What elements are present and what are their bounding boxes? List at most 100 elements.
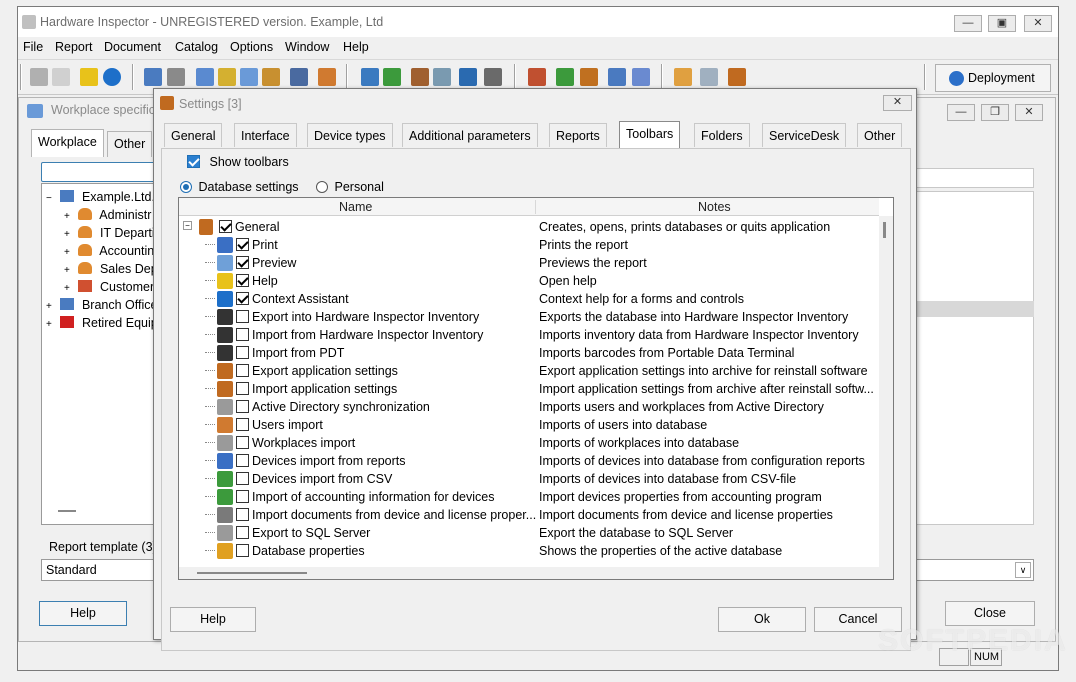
chart-icon[interactable]: [411, 68, 429, 86]
help-icon[interactable]: [80, 68, 98, 86]
show-toolbars-checkbox[interactable]: Show toolbars: [187, 155, 289, 169]
checkbox[interactable]: [236, 238, 249, 251]
checkbox[interactable]: [236, 454, 249, 467]
menu-window[interactable]: Window: [285, 40, 329, 54]
wp-close-button[interactable]: ✕: [1015, 104, 1043, 121]
col-notes-header[interactable]: Notes: [698, 200, 731, 214]
menu-report[interactable]: Report: [55, 40, 93, 54]
grid-horizontal-scrollbar[interactable]: [179, 567, 879, 579]
table-row[interactable]: Import from PDT Imports barcodes from Por…: [179, 344, 879, 362]
tree-expander[interactable]: +: [64, 283, 73, 294]
tree-expander[interactable]: +: [46, 301, 55, 312]
eye-icon[interactable]: [290, 68, 308, 86]
workplace-close-button[interactable]: Close: [945, 601, 1035, 626]
tab-other[interactable]: Other: [107, 131, 153, 157]
table-row[interactable]: Import from Hardware Inspector Inventory…: [179, 326, 879, 344]
radio-database-label[interactable]: Database settings: [198, 180, 298, 194]
table-row[interactable]: Export into Hardware Inspector Inventory…: [179, 308, 879, 326]
checkbox[interactable]: [236, 346, 249, 359]
db-open-icon[interactable]: [30, 68, 48, 86]
table-row[interactable]: Database properties Shows the properties …: [179, 542, 879, 560]
monitor-icon[interactable]: [608, 68, 626, 86]
tree-node[interactable]: + IT Departi: [64, 226, 155, 240]
tab-device-types[interactable]: Device types: [307, 123, 393, 147]
wp-minimize-button[interactable]: —: [947, 104, 975, 121]
report-icon[interactable]: [52, 68, 70, 86]
grid-vertical-scrollbar[interactable]: [879, 216, 893, 579]
table-row[interactable]: Devices import from reports Imports of de…: [179, 452, 879, 470]
settings-help-button[interactable]: Help: [170, 607, 256, 632]
documents-icon[interactable]: [218, 68, 236, 86]
ok-button[interactable]: Ok: [718, 607, 806, 632]
menu-document[interactable]: Document: [104, 40, 161, 54]
maximize-button[interactable]: ▣: [988, 15, 1016, 32]
radio-database-settings[interactable]: [180, 181, 192, 193]
checkbox[interactable]: [236, 526, 249, 539]
tree-node[interactable]: + Retired Equip: [46, 316, 158, 330]
checkbox[interactable]: [236, 328, 249, 341]
table-row[interactable]: Help Open help: [179, 272, 879, 290]
tree-expander[interactable]: +: [64, 247, 73, 258]
checkbox[interactable]: [236, 364, 249, 377]
tab-general[interactable]: General: [164, 123, 223, 147]
table-row[interactable]: Export application settings Export applic…: [179, 362, 879, 380]
tab-workplace[interactable]: Workplace: [31, 129, 104, 157]
tab-servicedesk[interactable]: ServiceDesk: [762, 123, 847, 147]
menu-help[interactable]: Help: [343, 40, 369, 54]
table-row[interactable]: Print Prints the report: [179, 236, 879, 254]
tree-expander[interactable]: +: [64, 211, 73, 222]
scrollbar-thumb[interactable]: [883, 222, 886, 238]
tree-hscroll-thumb[interactable]: [58, 510, 76, 512]
checkbox[interactable]: [236, 472, 249, 485]
window-icon[interactable]: [700, 68, 718, 86]
tree-node[interactable]: + Branch Office: [46, 298, 157, 312]
board-icon[interactable]: [383, 68, 401, 86]
table-row[interactable]: Active Directory synchronization Imports …: [179, 398, 879, 416]
computers-icon[interactable]: [361, 68, 379, 86]
settings-close-button[interactable]: ✕: [883, 95, 912, 111]
column-separator[interactable]: [535, 200, 536, 214]
report-template-select[interactable]: Standard: [41, 559, 161, 581]
tree-node[interactable]: + Accountin: [64, 244, 154, 258]
checkbox[interactable]: [236, 292, 249, 305]
checkbox[interactable]: [236, 508, 249, 521]
collapse-icon[interactable]: −: [183, 221, 192, 230]
find-icon[interactable]: [262, 68, 280, 86]
checkbox[interactable]: [236, 400, 249, 413]
table-row[interactable]: Users import Imports of users into databa…: [179, 416, 879, 434]
chevron-down-icon[interactable]: ∨: [1015, 562, 1031, 578]
menu-options[interactable]: Options: [230, 40, 273, 54]
checkbox[interactable]: [236, 490, 249, 503]
tree-expander[interactable]: +: [64, 265, 73, 276]
workplace-help-button[interactable]: Help: [39, 601, 127, 626]
tree-node[interactable]: + Administr: [64, 208, 151, 222]
tab-other[interactable]: Other: [857, 123, 903, 147]
id-icon[interactable]: [459, 68, 477, 86]
table-row[interactable]: Import application settings Import applic…: [179, 380, 879, 398]
tab-toolbars[interactable]: Toolbars: [619, 121, 681, 148]
menu-file[interactable]: File: [23, 40, 43, 54]
table-row[interactable]: Workplaces import Imports of workplaces i…: [179, 434, 879, 452]
checkbox[interactable]: [219, 220, 232, 233]
right-combo[interactable]: ∨: [914, 559, 1034, 581]
left-search-box[interactable]: [41, 162, 161, 182]
checkbox[interactable]: [236, 418, 249, 431]
tab-reports[interactable]: Reports: [549, 123, 607, 147]
table-row[interactable]: Preview Previews the report: [179, 254, 879, 272]
calendar-icon[interactable]: [674, 68, 692, 86]
right-list-selection[interactable]: [914, 301, 1034, 317]
tab-interface[interactable]: Interface: [234, 123, 297, 147]
checkbox[interactable]: [236, 310, 249, 323]
tree-expander[interactable]: −: [46, 193, 55, 204]
right-search-box[interactable]: [914, 168, 1034, 188]
menu-catalog[interactable]: Catalog: [175, 40, 218, 54]
tab-folders[interactable]: Folders: [694, 123, 750, 147]
radio-personal[interactable]: [316, 181, 329, 193]
checkbox[interactable]: [236, 544, 249, 557]
network-icon[interactable]: [144, 68, 162, 86]
scrollbar-thumb[interactable]: [197, 572, 307, 574]
list-icon[interactable]: [167, 68, 185, 86]
tab-additional-parameters[interactable]: Additional parameters: [402, 123, 538, 147]
table-row[interactable]: − General Creates, opens, prints databas…: [179, 218, 879, 236]
person-icon[interactable]: [528, 68, 546, 86]
